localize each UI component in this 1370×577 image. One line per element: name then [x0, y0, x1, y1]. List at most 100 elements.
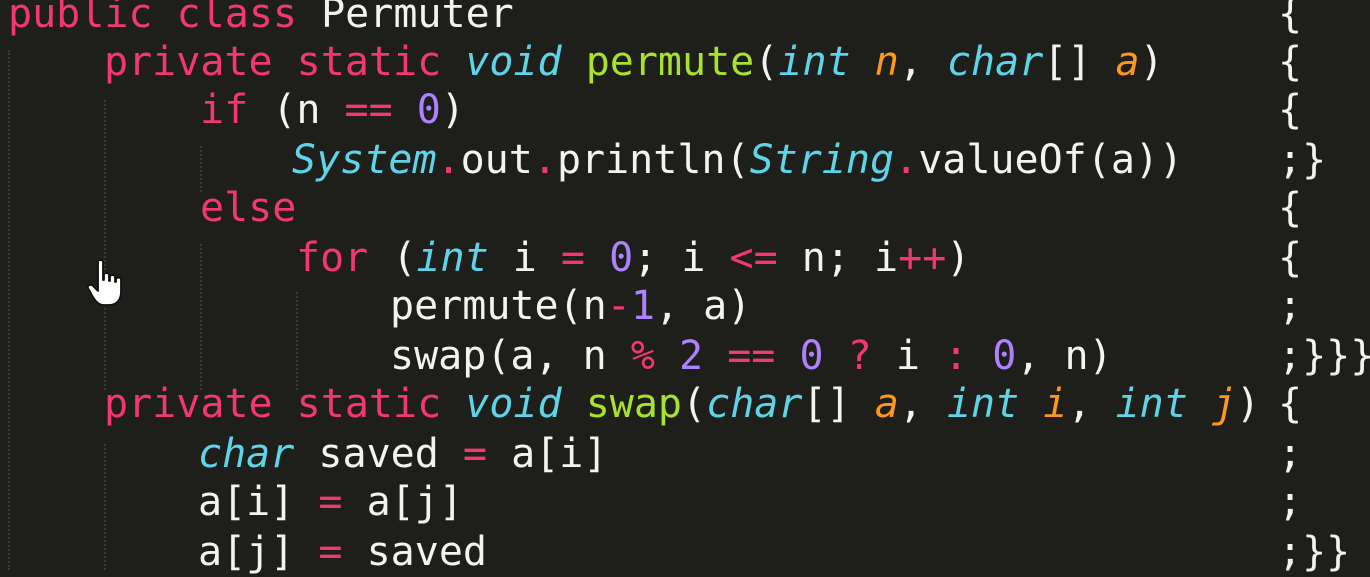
- code-token: 1: [630, 283, 655, 329]
- line-terminator: {: [1278, 235, 1303, 281]
- code-token: char: [706, 381, 803, 427]
- code-token: out: [460, 137, 533, 183]
- code-line[interactable]: public class Permuter: [8, 0, 514, 39]
- code-token: :: [944, 333, 969, 379]
- code-token: System: [292, 137, 437, 183]
- code-line[interactable]: char saved = a[i]: [198, 430, 607, 479]
- line-terminator: ;}}}: [1278, 333, 1370, 379]
- code-editor[interactable]: public class Permuter private static voi…: [0, 0, 1370, 575]
- indent-guide: [104, 444, 106, 570]
- code-token: class: [176, 0, 298, 37]
- code-line[interactable]: private static void swap(char[] a, int i…: [104, 380, 1260, 429]
- code-token: ==: [727, 333, 776, 379]
- code-token: 0: [416, 87, 441, 133]
- code-token: private: [104, 381, 273, 427]
- code-line[interactable]: private static void permute(int n, char[…: [104, 38, 1164, 87]
- code-token: i: [1043, 381, 1068, 427]
- line-terminator: ;}}: [1278, 529, 1351, 575]
- code-token: ,: [1067, 381, 1116, 427]
- code-token: private: [104, 39, 273, 85]
- code-token: a[j]: [198, 529, 319, 575]
- code-token: public: [8, 0, 153, 37]
- code-token: .: [436, 137, 461, 183]
- code-line[interactable]: for (int i = 0; i <= n; i++): [296, 234, 970, 283]
- code-line[interactable]: System.out.println(String.valueOf(a)): [292, 136, 1183, 185]
- code-token: (: [754, 39, 779, 85]
- code-token: %: [630, 333, 655, 379]
- code-token: int: [1115, 381, 1188, 427]
- code-line[interactable]: swap(a, n % 2 == 0 ? i : 0, n): [390, 332, 1113, 381]
- code-token: , n): [1016, 333, 1113, 379]
- line-terminator: {: [1278, 87, 1303, 133]
- code-line[interactable]: permute(n-1, a): [390, 282, 751, 331]
- code-token: int: [416, 235, 489, 281]
- code-token: .: [894, 137, 919, 183]
- code-token: int: [778, 39, 851, 85]
- indent-guide: [8, 50, 10, 570]
- code-token: static: [296, 39, 442, 85]
- line-terminator: ;: [1278, 479, 1303, 525]
- code-token: ): [440, 87, 465, 133]
- code-token: []: [1043, 39, 1116, 85]
- code-token: 0: [799, 333, 824, 379]
- code-token: =: [560, 235, 586, 281]
- code-line[interactable]: if (n == 0): [200, 86, 465, 135]
- line-terminator: {: [1278, 185, 1303, 231]
- line-terminator: ;}: [1278, 137, 1327, 183]
- code-token: a[j]: [342, 479, 463, 525]
- code-token: a: [1115, 39, 1140, 85]
- code-token: 0: [609, 235, 634, 281]
- code-line[interactable]: a[i] = a[j]: [198, 478, 463, 527]
- code-token: 2: [679, 333, 704, 379]
- code-token: char: [198, 431, 295, 477]
- code-token: ): [1236, 381, 1261, 427]
- code-token: []: [802, 381, 875, 427]
- hand-pointer-icon: [86, 259, 122, 306]
- code-token: ++: [898, 235, 947, 281]
- code-token: a[i]: [198, 479, 319, 525]
- code-token: 0: [992, 333, 1017, 379]
- code-token: char: [946, 39, 1044, 85]
- code-token: permute: [585, 39, 755, 85]
- code-token: a[i]: [487, 431, 608, 477]
- code-token: ; i: [633, 235, 730, 281]
- code-token: void: [465, 381, 562, 427]
- line-terminator: {: [1278, 39, 1303, 85]
- code-token: , a): [654, 283, 752, 329]
- line-terminator: {: [1278, 0, 1303, 37]
- code-line[interactable]: else: [200, 184, 296, 233]
- code-token: permute(n: [390, 283, 607, 329]
- code-token: -: [606, 283, 631, 329]
- code-token: a: [874, 381, 899, 427]
- code-token: if: [200, 87, 249, 133]
- line-terminator: ;: [1278, 431, 1303, 477]
- code-token: n; i: [777, 235, 899, 281]
- line-terminator: ;: [1278, 283, 1303, 329]
- code-token: (: [682, 381, 707, 427]
- code-token: saved: [294, 431, 463, 477]
- indent-guide: [104, 100, 106, 390]
- code-token: n: [874, 39, 899, 85]
- code-token: println(: [556, 137, 750, 183]
- code-token: (n: [248, 87, 345, 133]
- code-token: ,: [898, 39, 947, 85]
- code-token: for: [296, 235, 369, 281]
- code-token: saved: [342, 529, 488, 575]
- code-token: =: [318, 479, 343, 525]
- code-line[interactable]: a[j] = saved: [198, 528, 487, 577]
